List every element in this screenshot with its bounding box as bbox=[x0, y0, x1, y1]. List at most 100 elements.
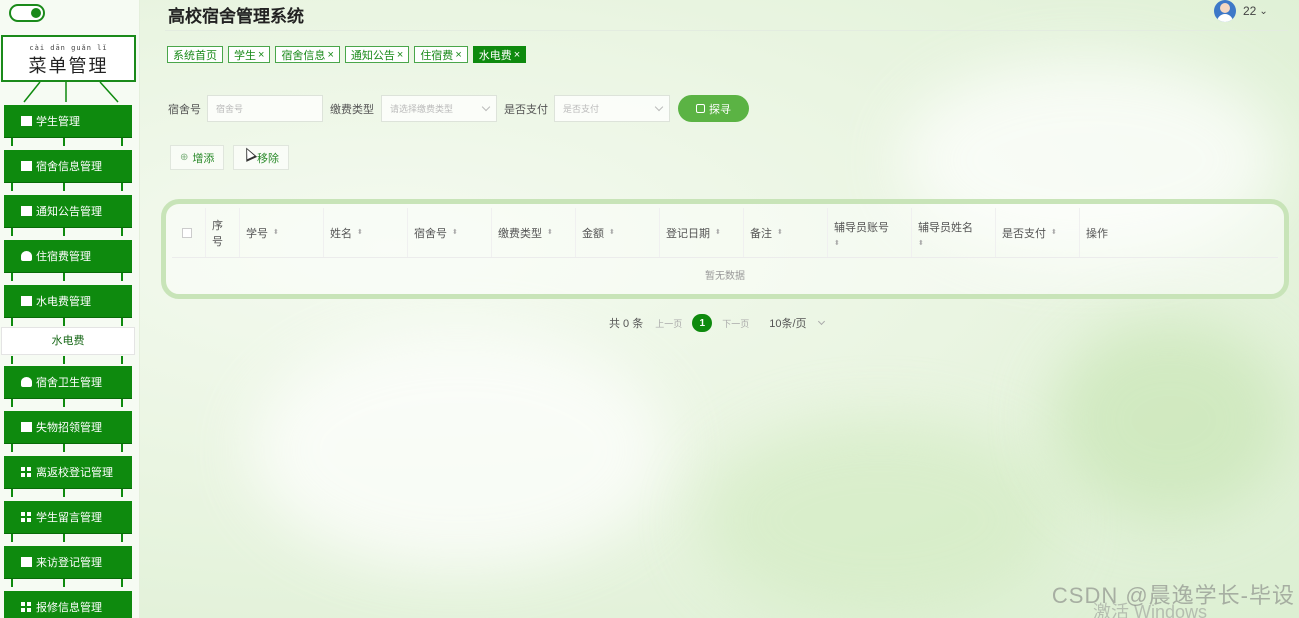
sort-icon[interactable]: ⬍ bbox=[273, 229, 279, 236]
table-header-row: 序号 学号 ⬍ 姓名 ⬍ 宿舍号 ⬍ 缴费类型 ⬍ 金额 ⬍ 登记日期 ⬍ 备注 ⬍ 辅导员账… bbox=[172, 208, 1278, 258]
close-icon[interactable]: × bbox=[397, 49, 403, 61]
add-button-label: 增添 bbox=[192, 152, 215, 165]
rope-divider bbox=[11, 228, 123, 236]
paid-select[interactable]: 是否支付 bbox=[554, 95, 670, 122]
rope-divider bbox=[11, 579, 123, 587]
sort-icon[interactable]: ⬍ bbox=[834, 240, 840, 247]
rope-divider bbox=[11, 183, 123, 191]
rope-divider bbox=[11, 273, 123, 281]
chevron-down-icon bbox=[481, 102, 491, 112]
sidebar-item-messages[interactable]: 学生留言管理 bbox=[4, 501, 132, 533]
tab-label: 宿舍信息 bbox=[281, 49, 326, 62]
toggle-knob bbox=[31, 8, 41, 18]
sort-icon[interactable]: ⬍ bbox=[452, 229, 458, 236]
sort-icon[interactable]: ⬍ bbox=[918, 240, 924, 247]
column-header-counselor-account[interactable]: 辅导员账号 ⬍ bbox=[828, 208, 912, 257]
rope-divider bbox=[11, 138, 123, 146]
sidebar-item-repair[interactable]: 报修信息管理 bbox=[4, 591, 132, 618]
sort-icon[interactable]: ⬍ bbox=[1051, 229, 1057, 236]
sort-icon[interactable]: ⬍ bbox=[777, 229, 783, 236]
sidebar-item-dorm-info[interactable]: 宿舍信息管理 bbox=[4, 150, 132, 182]
data-table: 序号 学号 ⬍ 姓名 ⬍ 宿舍号 ⬍ 缴费类型 ⬍ 金额 ⬍ 登记日期 ⬍ 备注 ⬍ 辅导员账… bbox=[161, 199, 1289, 299]
column-header-remark[interactable]: 备注 ⬍ bbox=[744, 208, 828, 257]
sidebar-item-visitors[interactable]: 来访登记管理 bbox=[4, 546, 132, 578]
column-header-counselor-name[interactable]: 辅导员姓名 ⬍ bbox=[912, 208, 996, 257]
close-icon[interactable]: × bbox=[514, 49, 520, 61]
tab-notice[interactable]: 通知公告 × bbox=[344, 46, 410, 63]
sort-icon[interactable]: ⬍ bbox=[357, 229, 363, 236]
column-header-name[interactable]: 姓名 ⬍ bbox=[324, 208, 408, 257]
column-header-actions: 操作 bbox=[1080, 208, 1278, 257]
tab-label: 住宿费 bbox=[420, 49, 454, 62]
select-all-checkbox[interactable] bbox=[182, 227, 192, 238]
chevron-down-icon: ⌄ bbox=[1259, 5, 1268, 17]
bg-cloud bbox=[1050, 320, 1290, 520]
windows-activation-watermark: 激活 Windows bbox=[1092, 602, 1207, 618]
sidebar-item-lost-found[interactable]: 失物招领管理 bbox=[4, 411, 132, 443]
tab-label: 系统首页 bbox=[173, 49, 217, 62]
next-page-button[interactable]: 下一页 bbox=[722, 317, 749, 330]
add-button[interactable]: ⊕ 增添 bbox=[170, 145, 225, 170]
sidebar-item-label: 学生管理 bbox=[36, 116, 80, 128]
app-title: 高校宿舍管理系统 bbox=[168, 7, 304, 26]
sign-hanging-ropes bbox=[23, 82, 119, 103]
sidebar-item-lodging-fee[interactable]: 住宿费管理 bbox=[4, 240, 132, 272]
payment-type-label: 缴费类型 bbox=[330, 104, 374, 116]
column-header-date[interactable]: 登记日期 ⬍ bbox=[660, 208, 744, 257]
column-header-student-id[interactable]: 学号 ⬍ bbox=[240, 208, 324, 257]
tab-student[interactable]: 学生 × bbox=[228, 46, 271, 63]
sidebar-item-label: 离返校登记管理 bbox=[36, 467, 113, 479]
column-header-payment-type[interactable]: 缴费类型 ⬍ bbox=[492, 208, 576, 257]
sidebar-toggle-switch[interactable] bbox=[9, 4, 45, 22]
prev-page-button[interactable]: 上一页 bbox=[655, 317, 682, 330]
sidebar-item-label: 宿舍卫生管理 bbox=[36, 377, 102, 389]
chevron-down-icon[interactable] bbox=[817, 317, 825, 326]
close-icon[interactable]: × bbox=[327, 49, 333, 61]
sidebar-subitem-utility-fee[interactable]: 水电费 bbox=[1, 327, 135, 355]
paid-label: 是否支付 bbox=[504, 104, 548, 116]
tab-dorm-info[interactable]: 宿舍信息 × bbox=[275, 46, 340, 63]
page-number-button[interactable]: 1 bbox=[692, 314, 713, 332]
sort-icon[interactable]: ⬍ bbox=[715, 229, 721, 236]
sidebar-item-leave-return[interactable]: 离返校登记管理 bbox=[4, 456, 132, 488]
sidebar-item-student[interactable]: 学生管理 bbox=[4, 105, 132, 137]
paid-placeholder: 是否支付 bbox=[563, 104, 600, 114]
user-menu[interactable]: 22 ⌄ bbox=[1214, 0, 1268, 22]
grid-icon bbox=[21, 512, 32, 522]
sidebar-item-label: 住宿费管理 bbox=[36, 251, 91, 263]
sidebar-item-label: 通知公告管理 bbox=[36, 206, 102, 218]
column-header-amount[interactable]: 金额 ⬍ bbox=[576, 208, 660, 257]
payment-type-select[interactable]: 请选择缴费类型 bbox=[381, 95, 497, 122]
tab-lodging-fee[interactable]: 住宿费 × bbox=[414, 46, 468, 63]
page-size-select[interactable]: 10条/页 bbox=[769, 315, 806, 331]
search-icon bbox=[696, 104, 705, 113]
rope-divider bbox=[11, 356, 123, 364]
close-icon[interactable]: × bbox=[258, 49, 264, 61]
column-header-label: 学号 bbox=[246, 227, 268, 240]
briefcase-icon bbox=[21, 116, 32, 126]
column-header-room[interactable]: 宿舍号 ⬍ bbox=[408, 208, 492, 257]
tab-home[interactable]: 系统首页 bbox=[167, 46, 223, 63]
sidebar-item-utility-fee[interactable]: 水电费管理 bbox=[4, 285, 132, 317]
room-label: 宿舍号 bbox=[168, 104, 201, 116]
avatar bbox=[1214, 0, 1236, 22]
column-header-label: 辅导员姓名 bbox=[918, 222, 973, 234]
room-input[interactable]: 宿舍号 bbox=[207, 95, 323, 122]
close-icon[interactable]: × bbox=[455, 49, 461, 61]
column-header-paid[interactable]: 是否支付 ⬍ bbox=[996, 208, 1080, 257]
grid-icon bbox=[21, 467, 32, 477]
payment-type-placeholder: 请选择缴费类型 bbox=[390, 104, 454, 114]
column-header-label: 宿舍号 bbox=[414, 227, 447, 240]
tab-label: 学生 bbox=[234, 49, 256, 62]
sidebar-item-notice[interactable]: 通知公告管理 bbox=[4, 195, 132, 227]
seq-bottom: 号 bbox=[212, 235, 223, 248]
remove-button-label: 移除 bbox=[257, 152, 279, 165]
sidebar-item-hygiene[interactable]: 宿舍卫生管理 bbox=[4, 366, 132, 398]
sort-icon[interactable]: ⬍ bbox=[547, 229, 553, 236]
search-button[interactable]: 探寻 bbox=[678, 95, 749, 122]
rope-divider bbox=[11, 444, 123, 452]
chevron-down-icon bbox=[654, 102, 664, 112]
tab-utility-fee[interactable]: 水电费 × bbox=[472, 46, 527, 63]
sort-icon[interactable]: ⬍ bbox=[609, 229, 615, 236]
room-placeholder: 宿舍号 bbox=[216, 104, 244, 114]
